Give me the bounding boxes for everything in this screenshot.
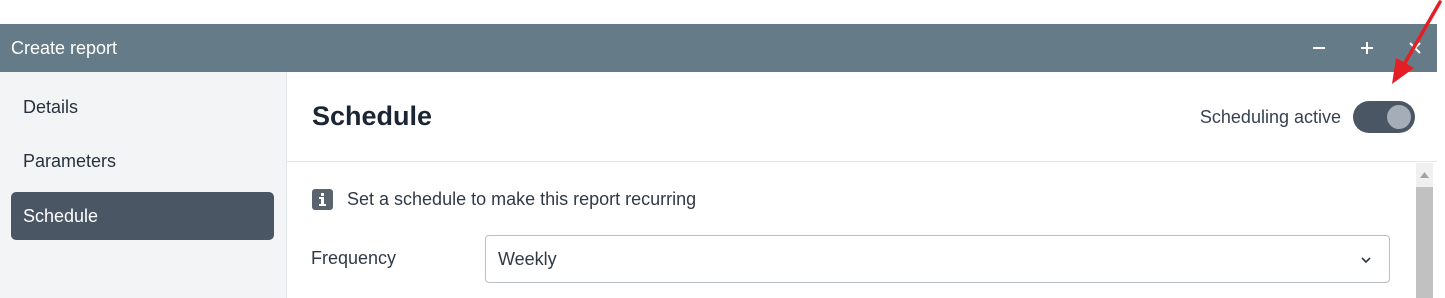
scheduling-active-toggle[interactable] [1353,101,1415,133]
main-panel: Schedule Scheduling active Set a schedul… [287,72,1437,298]
maximize-button[interactable] [1355,36,1379,60]
info-text: Set a schedule to make this report recur… [347,188,697,209]
sidebar-item-schedule[interactable]: Schedule [11,192,274,240]
toggle-knob [1387,105,1411,129]
scroll-up-arrow-icon [1420,172,1429,178]
scroll-up-button[interactable] [1416,163,1433,187]
info-message: Set a schedule to make this report recur… [312,188,696,210]
sidebar-item-label: Schedule [23,205,99,226]
page-title: Schedule [312,101,433,131]
sidebar: Details Parameters Schedule [0,72,287,298]
info-icon [312,188,333,210]
sidebar-item-label: Parameters [23,150,117,171]
close-button[interactable] [1403,36,1427,60]
window-titlebar: Create report [0,24,1437,72]
sidebar-item-details[interactable]: Details [11,83,274,131]
chevron-down-icon [1361,257,1371,264]
frequency-select[interactable]: Weekly [485,235,1390,283]
sidebar-item-label: Details [23,96,79,117]
frequency-label: Frequency [311,248,397,268]
sidebar-item-parameters[interactable]: Parameters [11,137,274,185]
minimize-button[interactable] [1307,36,1331,60]
scrollbar[interactable] [1416,163,1433,298]
scroll-thumb[interactable] [1416,187,1433,298]
scheduling-toggle-label: Scheduling active [1199,107,1341,127]
minus-icon [1313,47,1325,49]
main-header: Schedule Scheduling active [287,72,1437,162]
window-title: Create report [11,38,118,58]
close-icon [1409,42,1421,54]
plus-icon [1361,42,1373,54]
frequency-value: Weekly [498,248,557,269]
